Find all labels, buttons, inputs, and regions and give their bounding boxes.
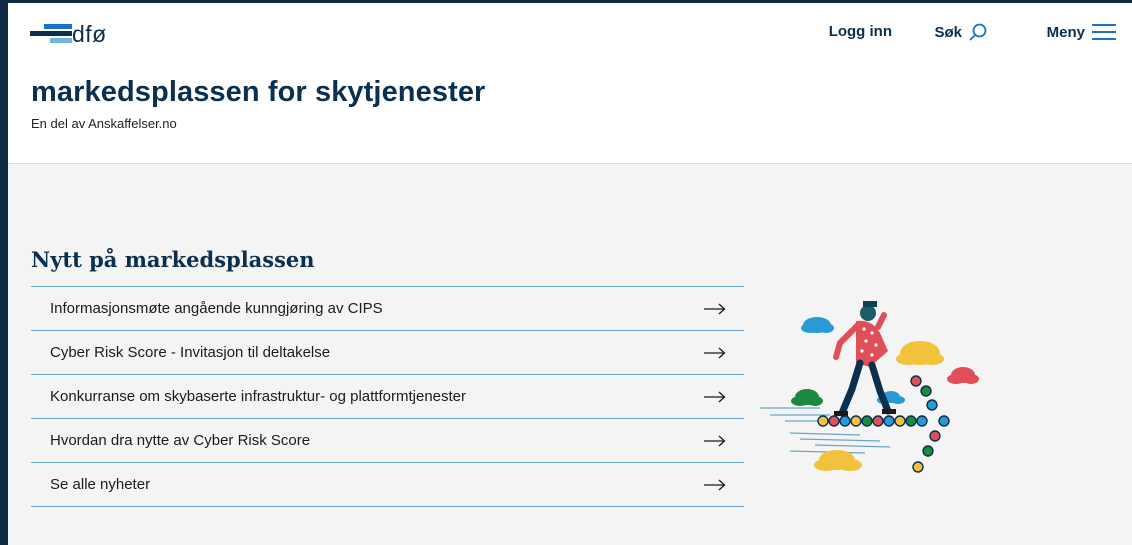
news-item[interactable]: Hvordan dra nytte av Cyber Risk Score <box>31 419 744 463</box>
see-all-news-link[interactable]: Se alle nyheter <box>31 463 744 507</box>
hiker-figure <box>833 301 896 417</box>
news-item[interactable]: Cyber Risk Score - Invitasjon til deltak… <box>31 331 744 375</box>
news-item-label: Konkurranse om skybaserte infrastruktur-… <box>50 388 467 405</box>
news-list: Informasjonsmøte angående kunngjøring av… <box>31 286 744 507</box>
login-label: Logg inn <box>828 23 892 40</box>
cloud-hiker-illustration <box>760 301 979 473</box>
site-title: markedsplassen for skytjenester <box>31 76 486 108</box>
news-item[interactable]: Konkurranse om skybaserte infrastruktur-… <box>31 375 744 419</box>
news-item-label: Hvordan dra nytte av Cyber Risk Score <box>50 432 311 449</box>
arrow-right-icon <box>704 303 726 314</box>
arrow-right-icon <box>704 347 726 358</box>
news-item-label: Cyber Risk Score - Invitasjon til deltak… <box>50 344 331 361</box>
search-icon <box>969 23 987 41</box>
login-link[interactable]: Logg inn <box>829 23 892 40</box>
arrow-right-icon <box>704 435 726 446</box>
search-label: Søk <box>934 23 962 41</box>
search-button[interactable]: Søk <box>934 23 987 41</box>
page-frame: dfø Logg inn Søk Meny markedsplassen for… <box>8 3 1132 545</box>
site-subtitle: En del av Anskaffelser.no <box>31 116 177 131</box>
news-item-label: Se alle nyheter <box>50 476 151 493</box>
site-header: dfø Logg inn Søk Meny markedsplassen for… <box>8 3 1132 164</box>
dfo-logo[interactable]: dfø <box>30 21 107 47</box>
news-item[interactable]: Informasjonsmøte angående kunngjøring av… <box>31 287 744 331</box>
logo-bars-icon <box>30 22 74 46</box>
arrow-right-icon <box>704 391 726 402</box>
hamburger-icon <box>1092 24 1116 40</box>
news-item-label: Informasjonsmøte angående kunngjøring av… <box>50 300 383 317</box>
menu-label: Meny <box>1046 23 1085 41</box>
logo-text: dfø <box>72 20 107 47</box>
menu-button[interactable]: Meny <box>1047 23 1116 41</box>
news-heading: Nytt på markedsplassen <box>31 247 315 272</box>
cloud-blue-left <box>801 317 834 333</box>
arrow-right-icon <box>704 479 726 490</box>
